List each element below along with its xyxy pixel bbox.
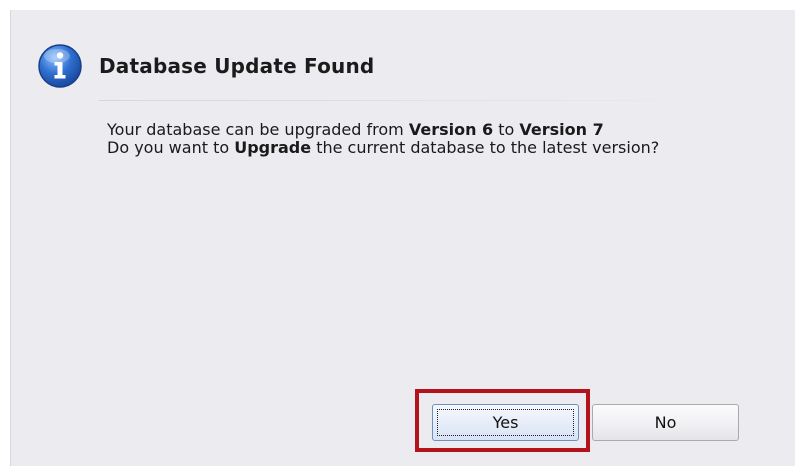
info-icon [37,43,83,89]
message-text: to [493,120,520,139]
message-text: Your database can be upgraded from [107,120,409,139]
dialog-window: Database Update Found Your database can … [10,10,795,466]
title-separator [99,100,709,101]
dialog-message: Your database can be upgraded from Versi… [107,121,747,157]
no-button[interactable]: No [592,404,739,441]
dialog-title: Database Update Found [99,54,375,78]
message-text: the current database to the latest versi… [311,138,660,157]
from-version: Version 6 [408,120,494,139]
no-button-label: No [654,413,677,432]
yes-button-highlight [415,389,590,452]
to-version: Version 7 [519,120,604,139]
message-text: Do you want to [107,138,235,157]
upgrade-action: Upgrade [234,138,312,157]
